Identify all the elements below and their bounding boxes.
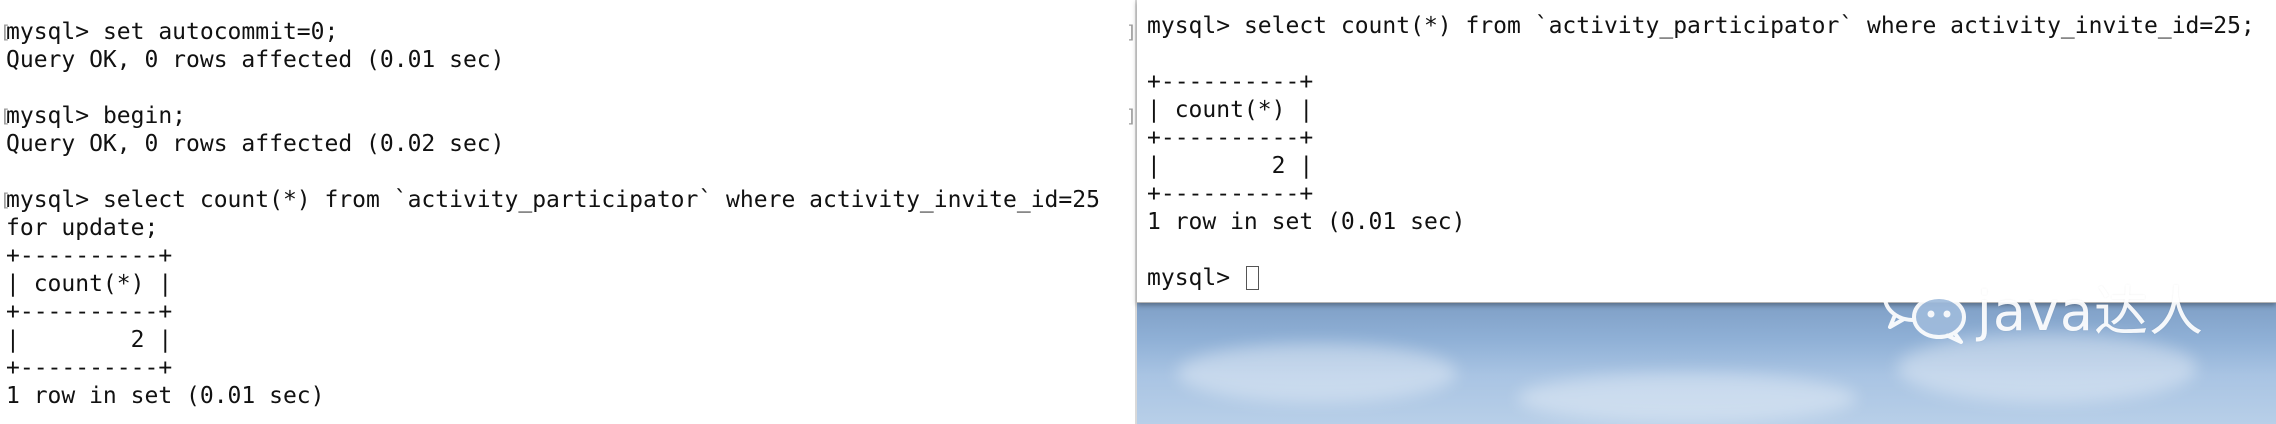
terminal-line-text: +----------+ [1147, 181, 1314, 207]
terminal-line: +----------+ [6, 298, 1100, 326]
terminal-line: | 2 | [1147, 152, 2255, 180]
terminal-line: 1 row in set (0.01 sec) [6, 382, 1100, 410]
terminal-line-text: +----------+ [1147, 125, 1314, 151]
terminal-line: | count(*) | [6, 270, 1100, 298]
terminal-line: +----------+ [1147, 180, 2255, 208]
terminal-line: +----------+ [6, 242, 1100, 270]
mysql-prompt: mysql> [1147, 13, 1244, 39]
text-cursor[interactable] [1245, 266, 1259, 290]
terminal-output-left: mysql> set autocommit=0; Query OK, 0 rows… [6, 18, 1100, 410]
terminal-line: +----------+ [6, 354, 1100, 382]
terminal-line: for update; [6, 214, 1100, 242]
terminal-line-text: Query OK, 0 rows affected (0.01 sec) [6, 47, 505, 73]
terminal-line: mysql> select count(*) from `activity_pa… [6, 186, 1100, 214]
terminal-window-right[interactable]: mysql> select count(*) from `activity_pa… [1137, 0, 2276, 303]
terminal-line: Query OK, 0 rows affected (0.01 sec) [6, 46, 1100, 74]
terminal-line: | count(*) | [1147, 96, 2255, 124]
wechat-icon [1882, 272, 1966, 344]
terminal-line: mysql> set autocommit=0; [6, 18, 1100, 46]
terminal-line-text: +----------+ [6, 299, 173, 325]
terminal-line-text: 1 row in set (0.01 sec) [6, 383, 325, 409]
watermark-text: java达人 [1976, 279, 2204, 343]
terminal-line-text: +----------+ [6, 243, 173, 269]
terminal-line: Query OK, 0 rows affected (0.02 sec) [6, 130, 1100, 158]
terminal-output-right: mysql> select count(*) from `activity_pa… [1147, 12, 2255, 292]
terminal-line-text: select count(*) from `activity_participa… [102, 187, 1100, 213]
terminal-window-left[interactable]: [ [ [ mysql> set autocommit=0; Query OK, … [0, 0, 1136, 424]
mysql-prompt: mysql> [1147, 265, 1244, 291]
terminal-line-text: 1 row in set (0.01 sec) [1147, 209, 1466, 235]
terminal-line-text: for update; [6, 215, 159, 241]
terminal-line: mysql> select count(*) from `activity_pa… [1147, 12, 2255, 40]
mysql-prompt: mysql> [6, 103, 103, 129]
terminal-line-text: | count(*) | [1147, 97, 1314, 123]
screen: [ [ [ mysql> set autocommit=0; Query OK, … [0, 0, 2276, 424]
terminal-line: +----------+ [1147, 68, 2255, 96]
watermark: java达人 [1879, 265, 2204, 347]
terminal-line: mysql> begin; [6, 102, 1100, 130]
terminal-line-text: | count(*) | [6, 271, 173, 297]
terminal-line-text: begin; [102, 103, 187, 129]
bracket-mark: ] [1126, 22, 1137, 43]
terminal-line-text: select count(*) from `activity_participa… [1243, 13, 2255, 39]
terminal-line: 1 row in set (0.01 sec) [1147, 208, 2255, 236]
mysql-prompt: mysql> [6, 187, 103, 213]
terminal-line: +----------+ [1147, 124, 2255, 152]
mysql-prompt: mysql> [6, 19, 103, 45]
terminal-line-text: | 2 | [6, 327, 173, 353]
bracket-mark: ] [1126, 106, 1137, 127]
terminal-line-text: | 2 | [1147, 153, 1314, 179]
terminal-line: | 2 | [6, 326, 1100, 354]
terminal-line-text: +----------+ [1147, 69, 1314, 95]
terminal-line-text: +----------+ [6, 355, 173, 381]
terminal-line-text: set autocommit=0; [102, 19, 339, 45]
terminal-line-text: Query OK, 0 rows affected (0.02 sec) [6, 131, 505, 157]
